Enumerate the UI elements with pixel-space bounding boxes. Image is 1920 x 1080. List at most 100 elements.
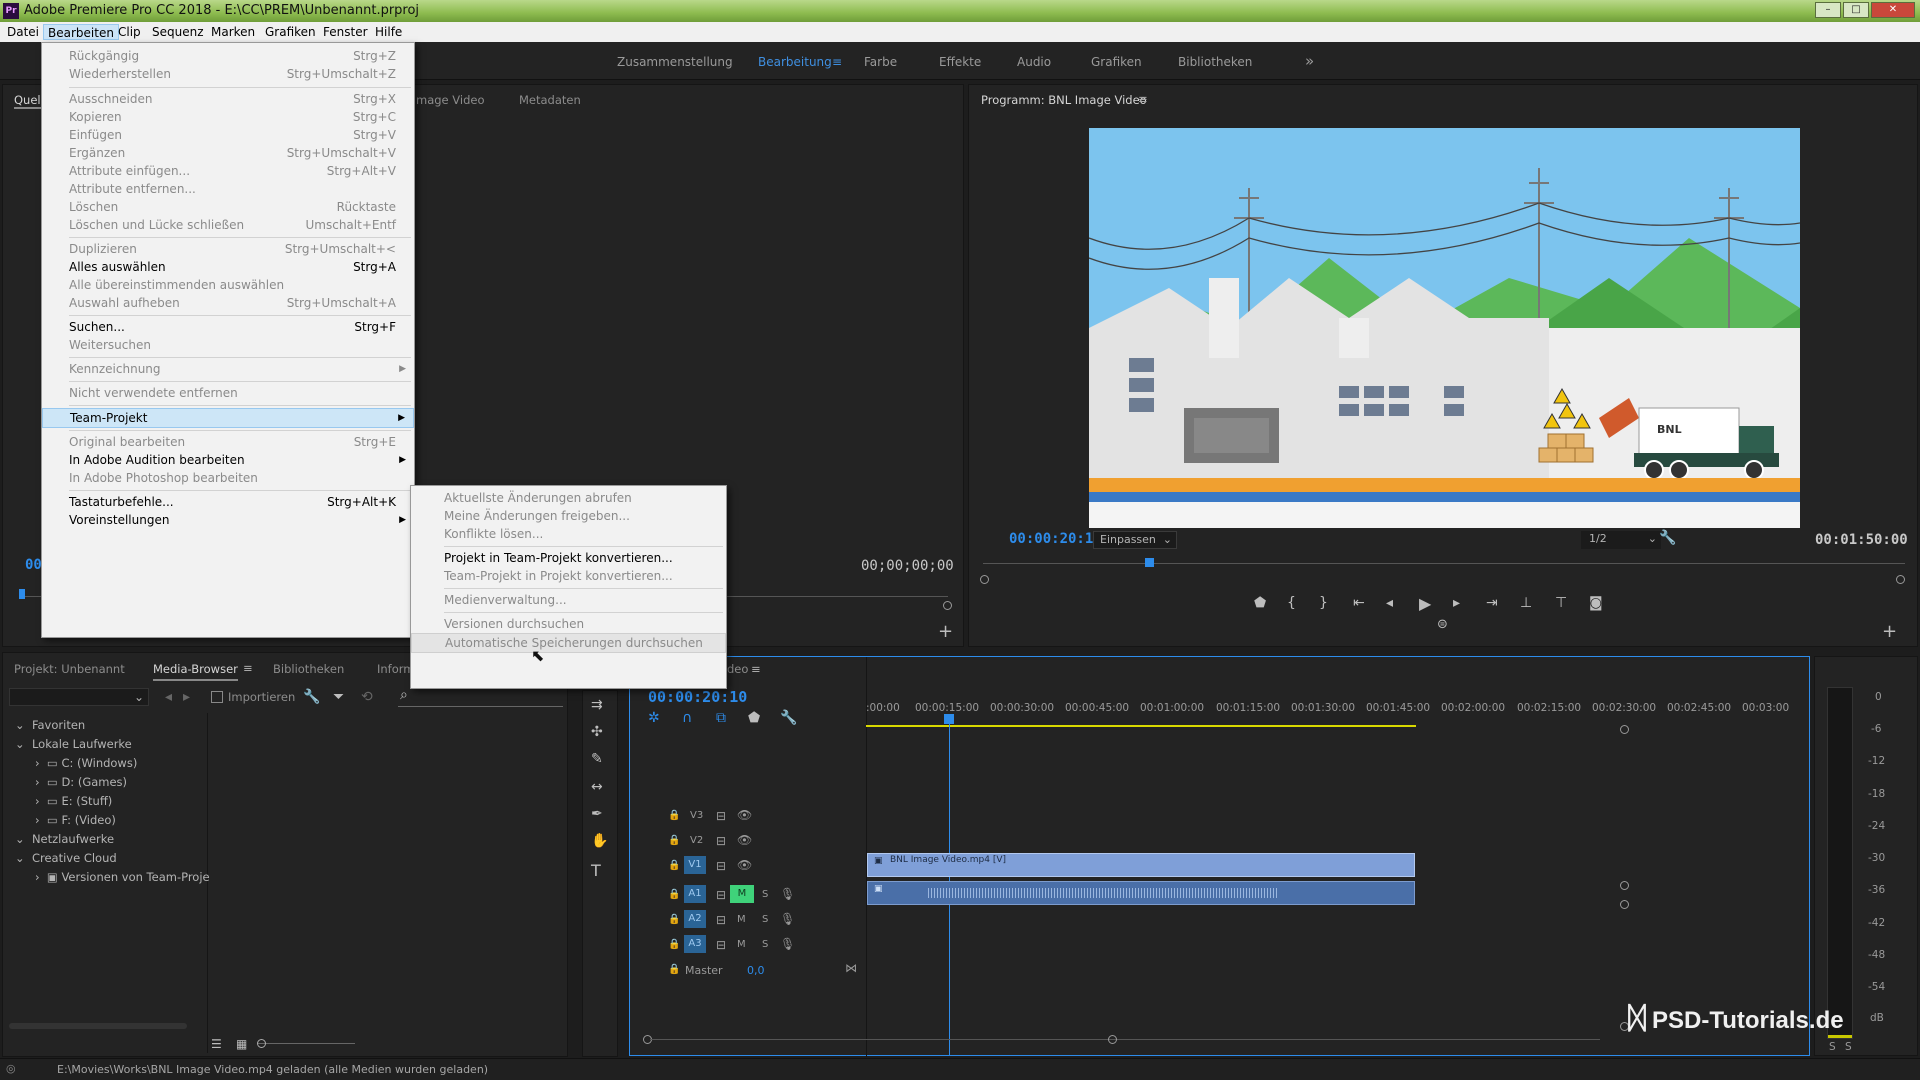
tree-drive-c[interactable]: › ▭ C: (Windows) (35, 756, 137, 770)
program-playhead[interactable] (1145, 558, 1154, 567)
play-icon[interactable]: ▶ (1419, 594, 1431, 613)
menu-datei[interactable]: Datei (3, 24, 43, 40)
menu-item-deselect-all[interactable]: Auswahl aufheben Strg+Umschalt+A (42, 294, 414, 312)
settings-wrench-icon[interactable]: 🔧 (780, 710, 797, 726)
menu-item-keyboard-shortcuts[interactable]: Tastaturbefehle... Strg+Alt+K (42, 493, 414, 511)
mute-button-a1[interactable]: M (730, 885, 754, 903)
menu-item-remove-unused[interactable]: Nicht verwendete entfernen (42, 384, 414, 402)
linked-selection-icon[interactable]: ⧉ (716, 710, 726, 726)
solo-button-a2[interactable]: S (762, 914, 768, 925)
workspace-tab-bibliotheken[interactable]: Bibliotheken (1178, 55, 1252, 69)
program-scroll-handle-right[interactable] (1896, 575, 1905, 584)
tree-team-versions[interactable]: › ▣ Versionen von Team-Proje (35, 870, 210, 884)
tab-image-video[interactable]: mage Video (416, 93, 485, 107)
timeline-horizontal-scrollbar[interactable] (650, 1039, 1600, 1040)
menu-hilfe[interactable]: Hilfe (371, 24, 406, 40)
track-select-tool-icon[interactable]: ⇉ (591, 697, 603, 713)
go-to-end-icon[interactable]: ⋈ (845, 961, 857, 975)
tab-info[interactable]: Inform (377, 662, 415, 676)
track-lock-icon[interactable]: 🔒 (668, 939, 680, 950)
minimize-button[interactable]: – (1815, 2, 1841, 18)
microphone-icon[interactable]: 🎙 (780, 912, 795, 926)
zoom-slider-handle[interactable] (257, 1039, 266, 1048)
menu-item-edit-original[interactable]: Original bearbeiten Strg+E (42, 433, 414, 451)
track-label-v1[interactable]: V1 (684, 856, 706, 874)
tree-favoriten[interactable]: ⌄ Favoriten (15, 718, 85, 732)
step-back-icon[interactable]: ◂ (1386, 595, 1393, 611)
vertical-scroll-handle[interactable] (1620, 725, 1629, 734)
ripple-edit-tool-icon[interactable]: ✣ (591, 724, 603, 740)
horizontal-scroll-handle[interactable] (1108, 1035, 1117, 1044)
menu-sequenz[interactable]: Sequenz (148, 24, 208, 40)
menu-item-browse-auto-saves[interactable]: Automatische Speicherungen durchsuchen (411, 633, 726, 653)
mute-button-a2[interactable]: M (737, 914, 746, 925)
tree-drive-f[interactable]: › ▭ F: (Video) (35, 813, 116, 827)
sync-lock-icon[interactable]: ⊟ (716, 834, 726, 848)
workspace-tab-audio[interactable]: Audio (1017, 55, 1051, 69)
menu-item-ripple-delete[interactable]: Löschen und Lücke schließen Umschalt+Entf (42, 216, 414, 234)
slip-tool-icon[interactable]: ↔ (591, 779, 603, 795)
menu-item-label[interactable]: Kennzeichnung ▶ (42, 360, 414, 378)
menu-item-resolve-conflicts[interactable]: Konflikte lösen... (411, 525, 726, 543)
track-lock-icon[interactable]: 🔒 (668, 964, 680, 975)
wrench-icon[interactable]: 🔧 (303, 689, 320, 705)
eye-icon[interactable]: 👁 (737, 858, 752, 872)
microphone-icon[interactable]: 🎙 (780, 937, 795, 951)
import-checkbox[interactable] (211, 691, 223, 703)
sync-icon[interactable]: ⟲ (361, 689, 373, 705)
panel-menu-icon[interactable]: ≡ (243, 661, 253, 675)
menu-item-edit-in-photoshop[interactable]: In Adobe Photoshop bearbeiten (42, 469, 414, 487)
tree-drive-d[interactable]: › ▭ D: (Games) (35, 775, 127, 789)
master-volume[interactable]: 0,0 (747, 964, 765, 977)
list-view-icon[interactable]: ☰ (211, 1037, 222, 1051)
location-dropdown[interactable]: ⌄ (9, 688, 149, 706)
back-icon[interactable]: ◂ (165, 689, 172, 705)
menu-item-select-all[interactable]: Alles auswählen Strg+A (42, 258, 414, 276)
menu-item-convert-to-project[interactable]: Team-Projekt in Projekt konvertieren... (411, 567, 726, 585)
tree-drive-e[interactable]: › ▭ E: (Stuff) (35, 794, 112, 808)
tab-projekt[interactable]: Projekt: Unbenannt (14, 662, 125, 676)
menu-item-remove-attributes[interactable]: Attribute entfernen... (42, 180, 414, 198)
menu-item-cut[interactable]: Ausschneiden Strg+X (42, 90, 414, 108)
track-label-a1[interactable]: A1 (684, 885, 706, 903)
program-timecode[interactable]: 00:00:20:10 (1009, 531, 1102, 547)
add-button-icon[interactable]: + (938, 621, 953, 642)
menu-item-team-project[interactable]: Team-Projekt ▶ (42, 408, 414, 428)
compare-view-icon[interactable]: ⊜ (1437, 617, 1448, 632)
microphone-icon[interactable]: 🎙 (780, 887, 795, 901)
track-label-a2[interactable]: A2 (684, 910, 706, 928)
tab-media-browser[interactable]: Media-Browser (153, 662, 238, 681)
fit-dropdown[interactable]: Einpassen ⌄ (1093, 531, 1177, 549)
source-playhead[interactable] (19, 589, 25, 599)
add-button-icon[interactable]: + (1882, 621, 1897, 642)
menu-item-find-next[interactable]: Weitersuchen (42, 336, 414, 354)
menu-bearbeiten[interactable]: Bearbeiten (43, 24, 119, 40)
search-input[interactable] (398, 706, 563, 707)
menu-item-redo[interactable]: Wiederherstellen Strg+Umschalt+Z (42, 65, 414, 83)
menu-item-browse-versions[interactable]: Versionen durchsuchen (411, 615, 726, 633)
hand-tool-icon[interactable]: ✋ (591, 833, 608, 849)
menu-item-undo[interactable]: Rückgängig Strg+Z (42, 47, 414, 65)
sync-lock-icon[interactable]: ⊟ (716, 913, 726, 927)
track-height-handle[interactable] (1620, 881, 1629, 890)
type-tool-icon[interactable]: T (591, 861, 601, 880)
sync-lock-icon[interactable]: ⊟ (716, 809, 726, 823)
menu-item-paste-attributes[interactable]: Attribute einfügen... Strg+Alt+V (42, 162, 414, 180)
track-label-a3[interactable]: A3 (684, 935, 706, 953)
track-lock-icon[interactable]: 🔒 (668, 860, 680, 871)
menu-item-share-changes[interactable]: Meine Änderungen freigeben... (411, 507, 726, 525)
menu-item-get-latest-changes[interactable]: Aktuellste Änderungen abrufen (411, 489, 726, 507)
wrench-icon[interactable]: 🔧 (1659, 530, 1676, 546)
menu-item-select-matching[interactable]: Alle übereinstimmenden auswählen (42, 276, 414, 294)
menu-item-media-management[interactable]: Medienverwaltung... (411, 591, 726, 609)
program-menu-icon[interactable]: ≡ (1138, 92, 1148, 106)
horizontal-scrollbar[interactable] (9, 1023, 187, 1029)
maximize-button[interactable]: □ (1843, 2, 1869, 18)
pen-tool-icon[interactable]: ✒ (591, 806, 603, 822)
workspace-tab-zusammenstellung[interactable]: Zusammenstellung (617, 55, 733, 69)
eye-icon[interactable]: 👁 (737, 833, 752, 847)
tab-metadaten[interactable]: Metadaten (519, 93, 581, 107)
timeline-tab[interactable]: deo (727, 662, 748, 676)
workspace-tab-bearbeitung[interactable]: Bearbeitung (758, 55, 832, 69)
solo-button-a3[interactable]: S (762, 939, 768, 950)
